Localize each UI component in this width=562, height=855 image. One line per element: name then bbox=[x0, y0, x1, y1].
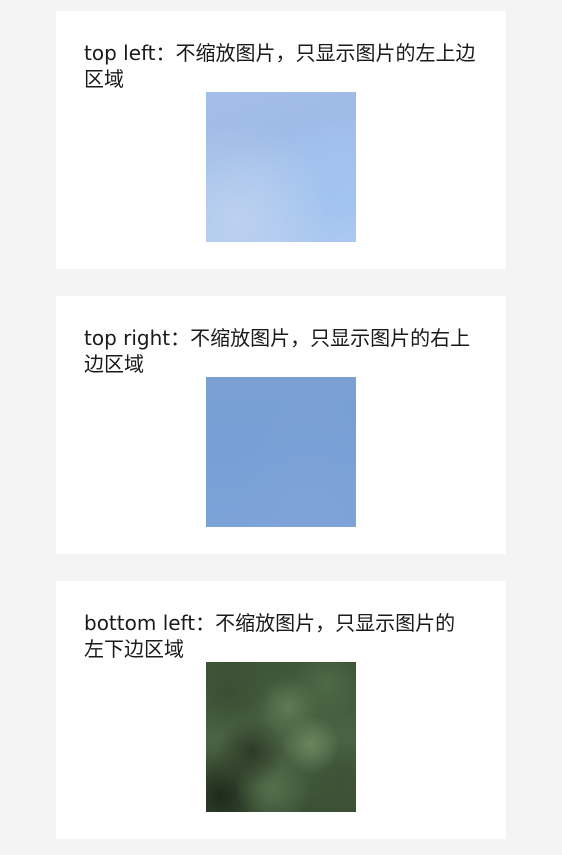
mode-description: top left：不缩放图片，只显示图片的左上边区域 bbox=[84, 41, 476, 91]
mode-card-bottom-left: bottom left：不缩放图片，只显示图片的左下边区域 bbox=[56, 581, 506, 839]
cropped-image-top-right bbox=[206, 377, 356, 527]
mode-description: top right：不缩放图片，只显示图片的右上边区域 bbox=[84, 326, 471, 376]
mode-card-top-right: top right：不缩放图片，只显示图片的右上边区域 bbox=[56, 296, 506, 554]
mode-description: bottom left：不缩放图片，只显示图片的左下边区域 bbox=[84, 611, 456, 661]
cropped-image-top-left bbox=[206, 92, 356, 242]
cropped-image-bottom-left bbox=[206, 662, 356, 812]
mode-card-top-left: top left：不缩放图片，只显示图片的左上边区域 bbox=[56, 11, 506, 269]
